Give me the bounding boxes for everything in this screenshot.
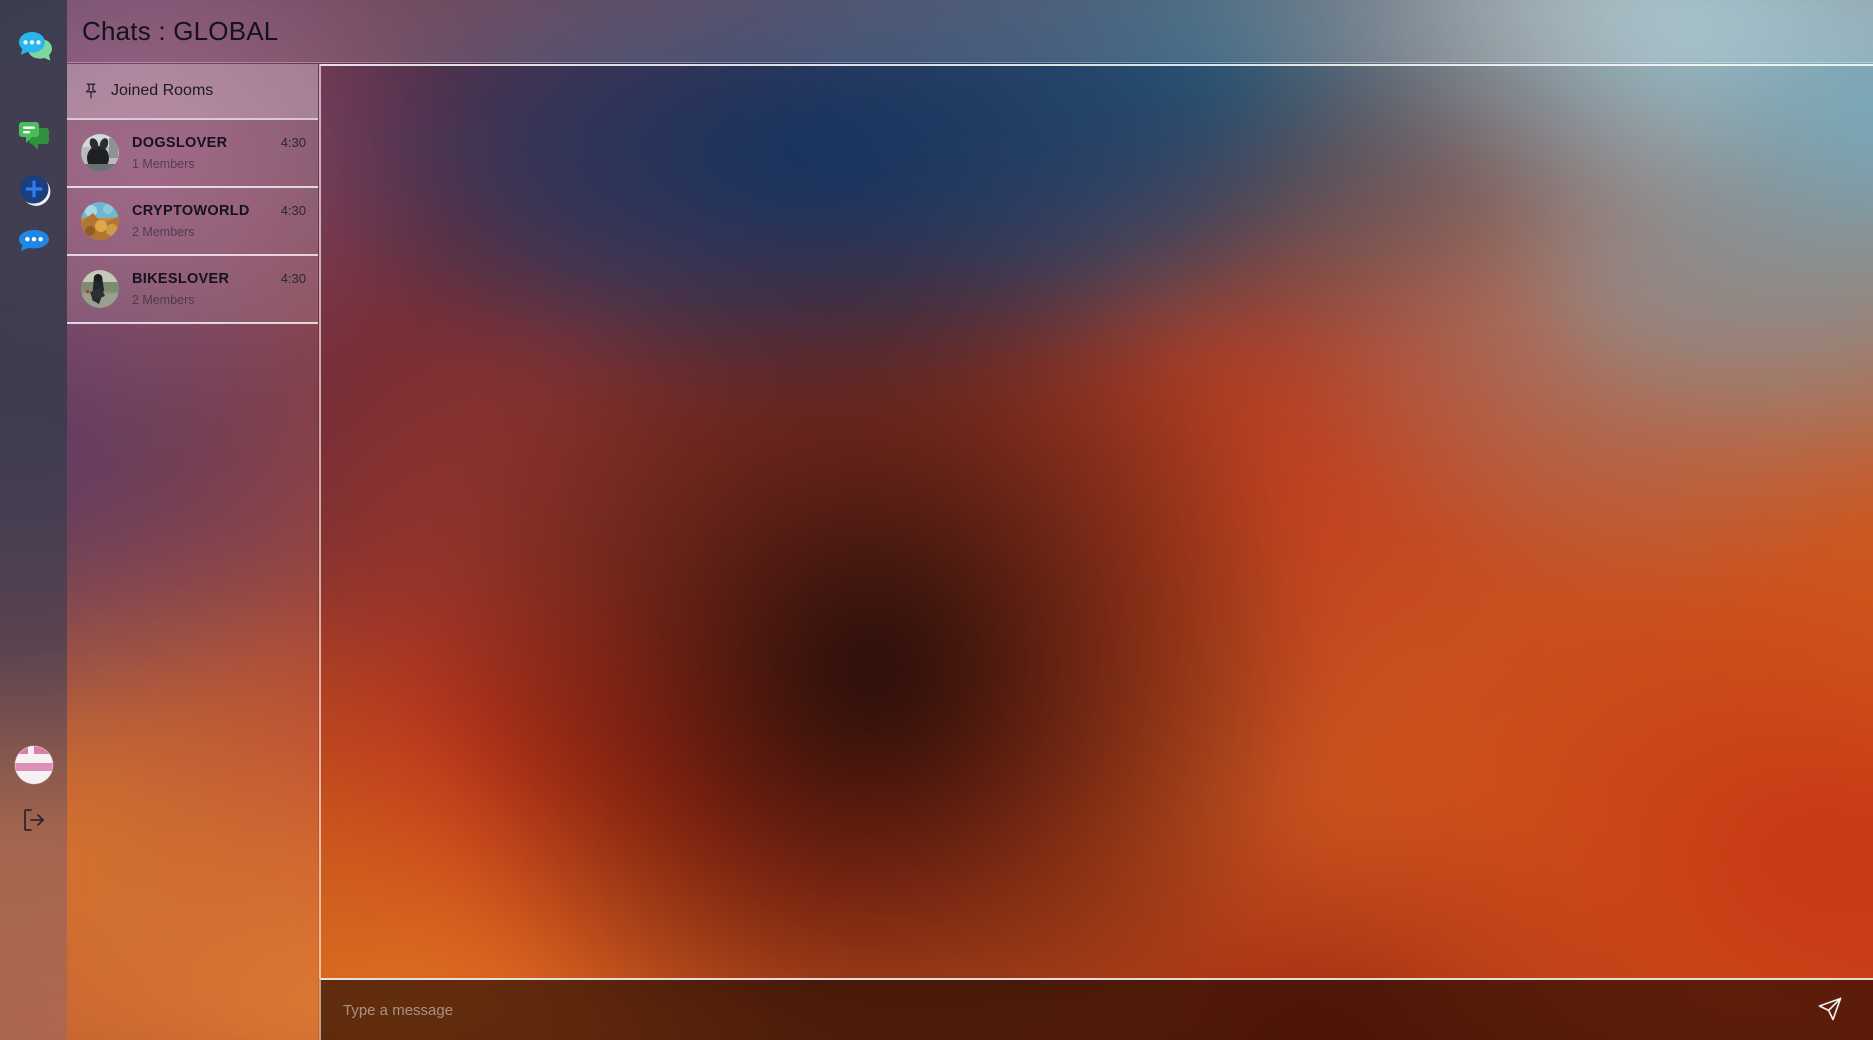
rooms-panel: Joined Rooms DOGSLOVER 4:30 1 Members CR… (67, 64, 318, 1040)
room-members: 2 Members (132, 293, 195, 307)
message-list (319, 64, 1873, 978)
send-paper-plane-icon (1817, 996, 1843, 1025)
app-header: Chats : GLOBAL (67, 0, 1873, 63)
logout-icon[interactable] (0, 801, 67, 839)
room-members: 2 Members (132, 225, 195, 239)
chat-app-window: Chats : GLOBAL Joined Rooms DOGSLOVER 4:… (0, 0, 1873, 1040)
rooms-panel-header: Joined Rooms (67, 64, 318, 120)
room-list-item[interactable]: DOGSLOVER 4:30 1 Members (67, 120, 318, 188)
room-list-item[interactable]: BIKESLOVER 4:30 2 Members (67, 256, 318, 324)
room-name: DOGSLOVER (132, 135, 228, 151)
room-members: 1 Members (132, 157, 195, 171)
left-nav-rail (0, 0, 67, 1040)
rooms-panel-header-label: Joined Rooms (111, 82, 214, 99)
room-time: 4:30 (280, 271, 306, 286)
rail-item-create-room[interactable] (0, 170, 67, 208)
room-meta: BIKESLOVER 4:30 2 Members (132, 271, 306, 307)
message-input[interactable] (341, 979, 1809, 1040)
user-avatar[interactable] (0, 744, 67, 786)
room-top-line: DOGSLOVER 4:30 (132, 135, 306, 151)
rail-item-global-chat[interactable] (0, 224, 67, 262)
pin-icon (81, 81, 101, 101)
dogslover-avatar (81, 134, 119, 172)
app-logo[interactable] (0, 23, 67, 67)
room-name: CRYPTOWORLD (132, 203, 250, 219)
cryptoworld-avatar (81, 202, 119, 240)
page-title: Chats : GLOBAL (82, 15, 279, 46)
bikeslover-avatar (81, 270, 119, 308)
room-top-line: CRYPTOWORLD 4:30 (132, 203, 306, 219)
room-top-line: BIKESLOVER 4:30 (132, 271, 306, 287)
send-button[interactable] (1809, 989, 1851, 1031)
rail-item-messages[interactable] (0, 117, 67, 155)
room-meta: DOGSLOVER 4:30 1 Members (132, 135, 306, 171)
room-time: 4:30 (280, 135, 306, 150)
room-meta: CRYPTOWORLD 4:30 2 Members (132, 203, 306, 239)
room-time: 4:30 (280, 203, 306, 218)
room-name: BIKESLOVER (132, 271, 230, 287)
room-list-item[interactable]: CRYPTOWORLD 4:30 2 Members (67, 188, 318, 256)
chat-column (319, 64, 1873, 1040)
message-composer (319, 978, 1873, 1040)
